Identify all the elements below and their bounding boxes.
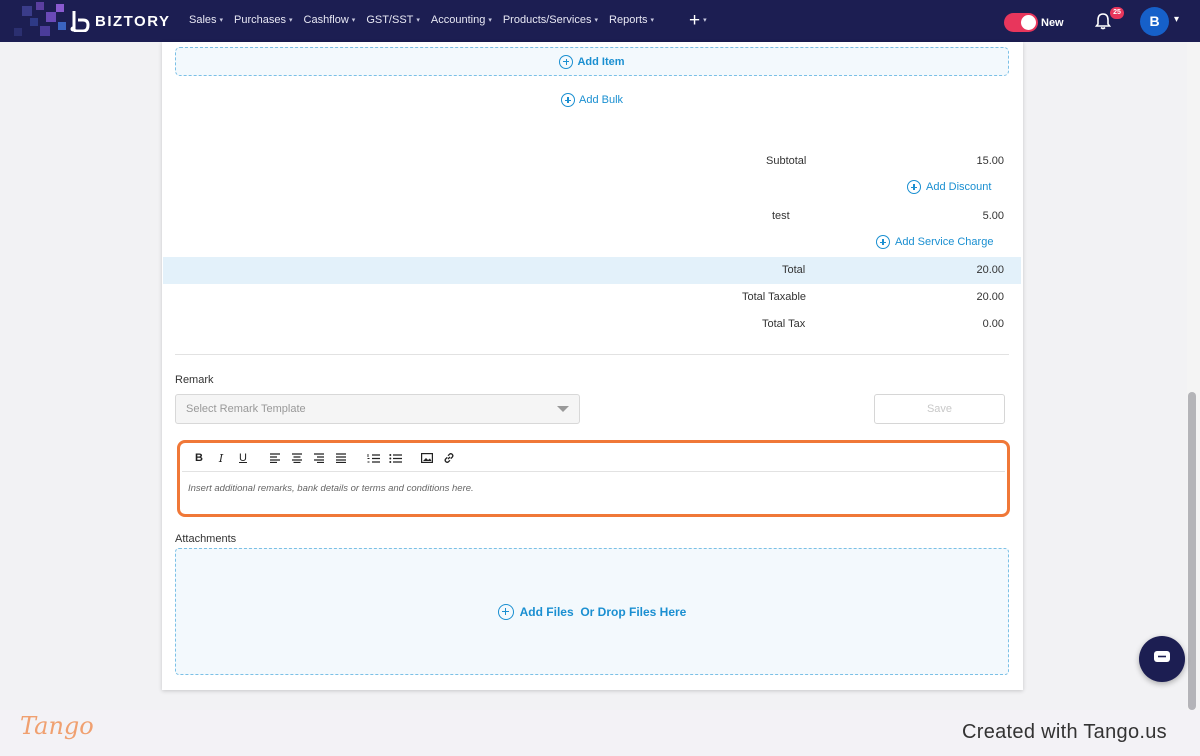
bullet-list-icon[interactable] xyxy=(384,448,406,468)
plus-circle-icon xyxy=(907,180,921,194)
menu-label: Products/Services xyxy=(502,14,592,26)
top-navbar: BIZTORY Sales ▾ Purchases ▾ Cashflow ▾ GST/… xyxy=(0,0,1200,42)
plus-circle-icon xyxy=(876,235,890,249)
italic-icon[interactable]: I xyxy=(210,448,232,468)
attachments-label: Attachments xyxy=(175,533,237,545)
brand-logo[interactable]: BIZTORY xyxy=(70,10,171,33)
menu-purchases[interactable]: Purchases ▾ xyxy=(234,14,293,26)
menu-cashflow[interactable]: Cashflow ▾ xyxy=(304,14,356,26)
notification-count-badge: 25 xyxy=(1110,7,1124,19)
underline-icon[interactable]: U xyxy=(232,448,254,468)
subtotal-value: 15.00 xyxy=(976,155,1004,167)
chat-icon xyxy=(1152,649,1172,670)
chevron-down-icon: ▾ xyxy=(219,17,224,24)
total-tax-value: 0.00 xyxy=(982,318,1004,330)
total-tax-label: Total Tax xyxy=(762,318,806,330)
tango-credit: Created with Tango.us xyxy=(962,721,1167,743)
plus-circle-icon xyxy=(497,603,514,620)
add-discount-button[interactable]: Add Discount xyxy=(907,180,991,194)
chevron-down-icon: ▾ xyxy=(703,17,707,24)
link-icon[interactable] xyxy=(438,448,460,468)
chevron-down-icon: ▾ xyxy=(650,17,655,24)
add-files-label: Add Files Or Drop Files Here xyxy=(519,604,687,619)
section-divider xyxy=(175,354,1009,355)
align-left-icon[interactable] xyxy=(264,448,286,468)
scrollbar-thumb[interactable] xyxy=(1188,392,1196,710)
remark-template-placeholder: Select Remark Template xyxy=(186,403,306,415)
align-justify-icon[interactable] xyxy=(330,448,352,468)
chevron-down-icon[interactable]: ▾ xyxy=(1174,14,1179,25)
chat-support-button[interactable] xyxy=(1139,636,1185,682)
add-bulk-button[interactable]: Add Bulk xyxy=(561,93,623,107)
total-row xyxy=(163,257,1021,284)
total-taxable-label: Total Taxable xyxy=(742,291,807,303)
service-charge-value: 5.00 xyxy=(982,210,1004,222)
menu-gst-sst[interactable]: GST/SST ▾ xyxy=(366,14,420,26)
menu-products-services[interactable]: Products/Services ▾ xyxy=(503,14,598,26)
menu-sales[interactable]: Sales ▾ xyxy=(189,14,223,26)
editor-toolbar: B I U xyxy=(182,445,1005,472)
ordered-list-icon[interactable] xyxy=(362,448,384,468)
menu-label: Cashflow xyxy=(303,14,349,26)
menu-label: Reports xyxy=(609,14,648,26)
new-ui-toggle[interactable] xyxy=(1004,13,1038,32)
align-right-icon[interactable] xyxy=(308,448,330,468)
image-icon[interactable] xyxy=(416,448,438,468)
remark-text-area[interactable]: Insert additional remarks, bank details … xyxy=(188,483,474,494)
chevron-down-icon: ▾ xyxy=(351,17,356,24)
total-taxable-value: 20.00 xyxy=(976,291,1004,303)
align-center-icon[interactable] xyxy=(286,448,308,468)
add-item-button[interactable]: Add Item xyxy=(175,47,1009,76)
bold-icon[interactable]: B xyxy=(188,448,210,468)
chevron-down-icon: ▾ xyxy=(416,17,420,24)
main-menu: Sales ▾ Purchases ▾ Cashflow ▾ GST/SST ▾ Acc… xyxy=(189,14,654,26)
add-item-label: Add Item xyxy=(577,55,625,68)
chevron-down-icon: ▾ xyxy=(488,17,492,24)
brand-name: BIZTORY xyxy=(95,12,171,30)
menu-label: Sales xyxy=(189,14,217,26)
toggle-label: New xyxy=(1041,17,1064,29)
menu-label: GST/SST xyxy=(366,14,414,26)
add-bulk-label: Add Bulk xyxy=(579,94,624,106)
subtotal-label: Subtotal xyxy=(766,155,807,167)
user-avatar[interactable]: B xyxy=(1140,7,1169,36)
menu-accounting[interactable]: Accounting ▾ xyxy=(431,14,492,26)
remark-template-select[interactable]: Select Remark Template xyxy=(175,394,580,424)
quick-create-button[interactable]: + ▾ xyxy=(689,11,707,30)
menu-label: Purchases xyxy=(234,14,287,26)
add-service-charge-button[interactable]: Add Service Charge xyxy=(876,235,993,249)
chevron-down-icon: ▾ xyxy=(289,17,293,24)
file-drop-zone[interactable]: Add Files Or Drop Files Here xyxy=(175,548,1009,675)
plus-circle-icon xyxy=(559,54,574,69)
add-service-charge-label: Add Service Charge xyxy=(895,236,994,248)
service-charge-link[interactable]: test xyxy=(772,210,790,222)
remark-label: Remark xyxy=(175,374,214,386)
add-discount-label: Add Discount xyxy=(926,181,992,193)
menu-reports[interactable]: Reports ▾ xyxy=(609,14,654,26)
menu-label: Accounting xyxy=(430,14,486,26)
plus-circle-icon xyxy=(561,93,575,107)
biztory-logo-icon xyxy=(70,10,90,33)
caret-down-icon xyxy=(557,406,569,412)
chevron-down-icon: ▾ xyxy=(594,17,599,24)
total-value: 20.00 xyxy=(976,264,1004,276)
tango-logo: Tango xyxy=(20,712,94,740)
plus-icon: + xyxy=(689,10,701,31)
total-label: Total xyxy=(782,264,806,276)
save-template-button[interactable]: Save xyxy=(874,394,1005,424)
